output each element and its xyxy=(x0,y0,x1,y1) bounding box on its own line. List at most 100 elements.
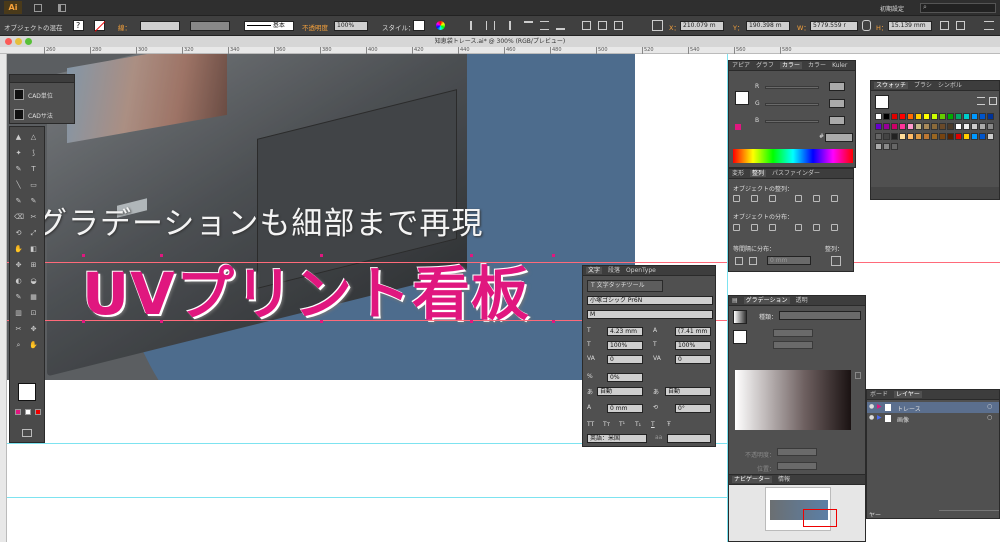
graphic-style-swatch[interactable] xyxy=(413,20,425,31)
expand-layer-icon[interactable]: ▶ xyxy=(877,414,882,421)
swatch[interactable] xyxy=(899,113,906,120)
kerning-field[interactable]: 0 xyxy=(607,355,643,364)
layer-name[interactable]: トレース xyxy=(897,404,921,413)
layer-name[interactable]: 画像 xyxy=(897,415,909,424)
distribute-v-icon[interactable] xyxy=(614,21,623,30)
swatch[interactable] xyxy=(979,113,986,120)
list-view-icon[interactable] xyxy=(977,97,985,105)
aki-left-field[interactable]: 自動 xyxy=(597,387,643,396)
distribute-icon[interactable] xyxy=(582,21,591,30)
tab-kuler[interactable]: Kuler xyxy=(832,62,847,69)
tool-button[interactable]: ▭ xyxy=(29,181,38,189)
tool-button[interactable]: T xyxy=(29,165,38,173)
tool-button[interactable]: ▥ xyxy=(14,309,23,317)
aki-right-field[interactable]: 自動 xyxy=(665,387,711,396)
distribute-h-icon[interactable] xyxy=(598,21,607,30)
color-mode-button[interactable] xyxy=(35,409,41,415)
workspace-switcher[interactable]: 初期設定 xyxy=(880,4,904,13)
small-caps-button[interactable]: Tт xyxy=(603,421,610,428)
leading-field[interactable]: (7.41 mm xyxy=(675,327,711,336)
tool-button[interactable]: ✦ xyxy=(14,149,23,157)
swatch[interactable] xyxy=(883,143,890,150)
align-button[interactable] xyxy=(769,195,776,202)
swatch[interactable] xyxy=(923,123,930,130)
aspect-field[interactable] xyxy=(773,341,813,349)
swatch[interactable] xyxy=(883,113,890,120)
baseline-field[interactable]: 0 mm xyxy=(607,404,643,413)
swatch[interactable] xyxy=(923,113,930,120)
tool-button[interactable]: ⊞ xyxy=(29,261,38,269)
search-field[interactable]: ⌕ xyxy=(920,3,996,13)
position-field[interactable] xyxy=(777,462,817,470)
swatch[interactable] xyxy=(979,133,986,140)
tool-button[interactable]: ▦ xyxy=(29,293,38,301)
fill-stroke-control[interactable] xyxy=(18,383,36,401)
artwork-subtitle[interactable]: グラデーションも細部まで再現 xyxy=(36,198,596,243)
artwork-title[interactable]: UVプリント看板 xyxy=(82,247,602,331)
layer-row-trace[interactable]: ● ▶ トレース ○ xyxy=(867,402,999,413)
tab-artboards[interactable]: ボード xyxy=(870,391,888,398)
swatch-fill-icon[interactable] xyxy=(875,95,889,109)
opacity-label[interactable]: 不透明度 xyxy=(302,22,328,32)
align-button[interactable] xyxy=(733,195,740,202)
target-icon[interactable]: ○ xyxy=(987,403,992,410)
align-button[interactable] xyxy=(831,195,838,202)
tab-align[interactable]: 整列 xyxy=(750,170,767,177)
swatch[interactable] xyxy=(931,113,938,120)
anchor-point[interactable] xyxy=(160,254,163,257)
swatch[interactable] xyxy=(979,123,986,130)
target-icon[interactable]: ○ xyxy=(987,414,992,421)
tool-button[interactable]: ◒ xyxy=(29,277,38,285)
swatch[interactable] xyxy=(939,123,946,130)
horizontal-ruler[interactable]: 260 280 300 320 340 360 380 400 420 440 460 480 500 5… xyxy=(0,47,1000,54)
layer-row-image[interactable]: ● ▶ 画像 ○ xyxy=(867,413,999,424)
align-right-icon[interactable] xyxy=(502,21,511,30)
align-button[interactable] xyxy=(795,195,802,202)
swatch[interactable] xyxy=(891,143,898,150)
gradient-type-field[interactable] xyxy=(779,311,861,320)
color-mode-button[interactable] xyxy=(15,409,21,415)
tool-button[interactable]: ▲ xyxy=(14,133,23,141)
tab-appearance[interactable]: アピア xyxy=(732,62,750,69)
swatch[interactable] xyxy=(987,123,994,130)
reference-point-icon[interactable] xyxy=(652,20,663,31)
swatch[interactable] xyxy=(939,113,946,120)
rotation-field[interactable]: 0° xyxy=(675,404,711,413)
fill-swatch[interactable]: ? xyxy=(73,20,84,31)
b-value[interactable] xyxy=(829,116,845,125)
w-field[interactable]: 5779.559 r xyxy=(810,21,858,31)
all-caps-button[interactable]: TT xyxy=(587,421,594,428)
tab-navigator[interactable]: ナビゲーター xyxy=(732,476,773,483)
tab-color[interactable]: カラー xyxy=(780,62,803,69)
color-mode-button[interactable] xyxy=(25,409,31,415)
tsume-field[interactable]: 0% xyxy=(607,373,643,382)
minimize-window-button[interactable] xyxy=(15,38,22,45)
tab-graphic[interactable]: グラフ xyxy=(756,62,774,69)
swatch[interactable] xyxy=(947,133,954,140)
isolate-icon[interactable] xyxy=(956,21,965,30)
swatch[interactable] xyxy=(875,143,882,150)
align-middle-icon[interactable] xyxy=(540,21,549,30)
swatch[interactable] xyxy=(915,113,922,120)
tool-button[interactable]: ⌫ xyxy=(14,213,24,221)
zoom-window-button[interactable] xyxy=(25,38,32,45)
recolor-icon[interactable] xyxy=(436,21,445,30)
distribute-spacing-v-icon[interactable] xyxy=(735,257,743,265)
align-button[interactable] xyxy=(831,224,838,231)
tool-button[interactable]: ╲ xyxy=(14,181,23,189)
stroke-style-field[interactable]: 基本 xyxy=(244,21,294,31)
font-family-field[interactable]: 小塚ゴシック Pr6N xyxy=(587,296,713,305)
strikethrough-button[interactable]: Ŧ xyxy=(667,421,671,428)
cad-units-item[interactable]: CAD単位 xyxy=(14,87,72,103)
expand-layer-icon[interactable]: ▶ xyxy=(877,403,882,410)
tool-button[interactable]: ✎ xyxy=(14,293,23,301)
swatch[interactable] xyxy=(955,123,962,130)
superscript-button[interactable]: T¹ xyxy=(619,421,625,428)
tool-button[interactable]: ✂ xyxy=(14,325,23,333)
tab-info[interactable]: 情報 xyxy=(778,476,790,483)
tool-button[interactable]: ✎ xyxy=(14,197,23,205)
swatch[interactable] xyxy=(875,113,882,120)
font-size-field[interactable]: 4.23 mm xyxy=(607,327,643,336)
swatch[interactable] xyxy=(971,123,978,130)
gradient-preview[interactable] xyxy=(733,310,747,324)
